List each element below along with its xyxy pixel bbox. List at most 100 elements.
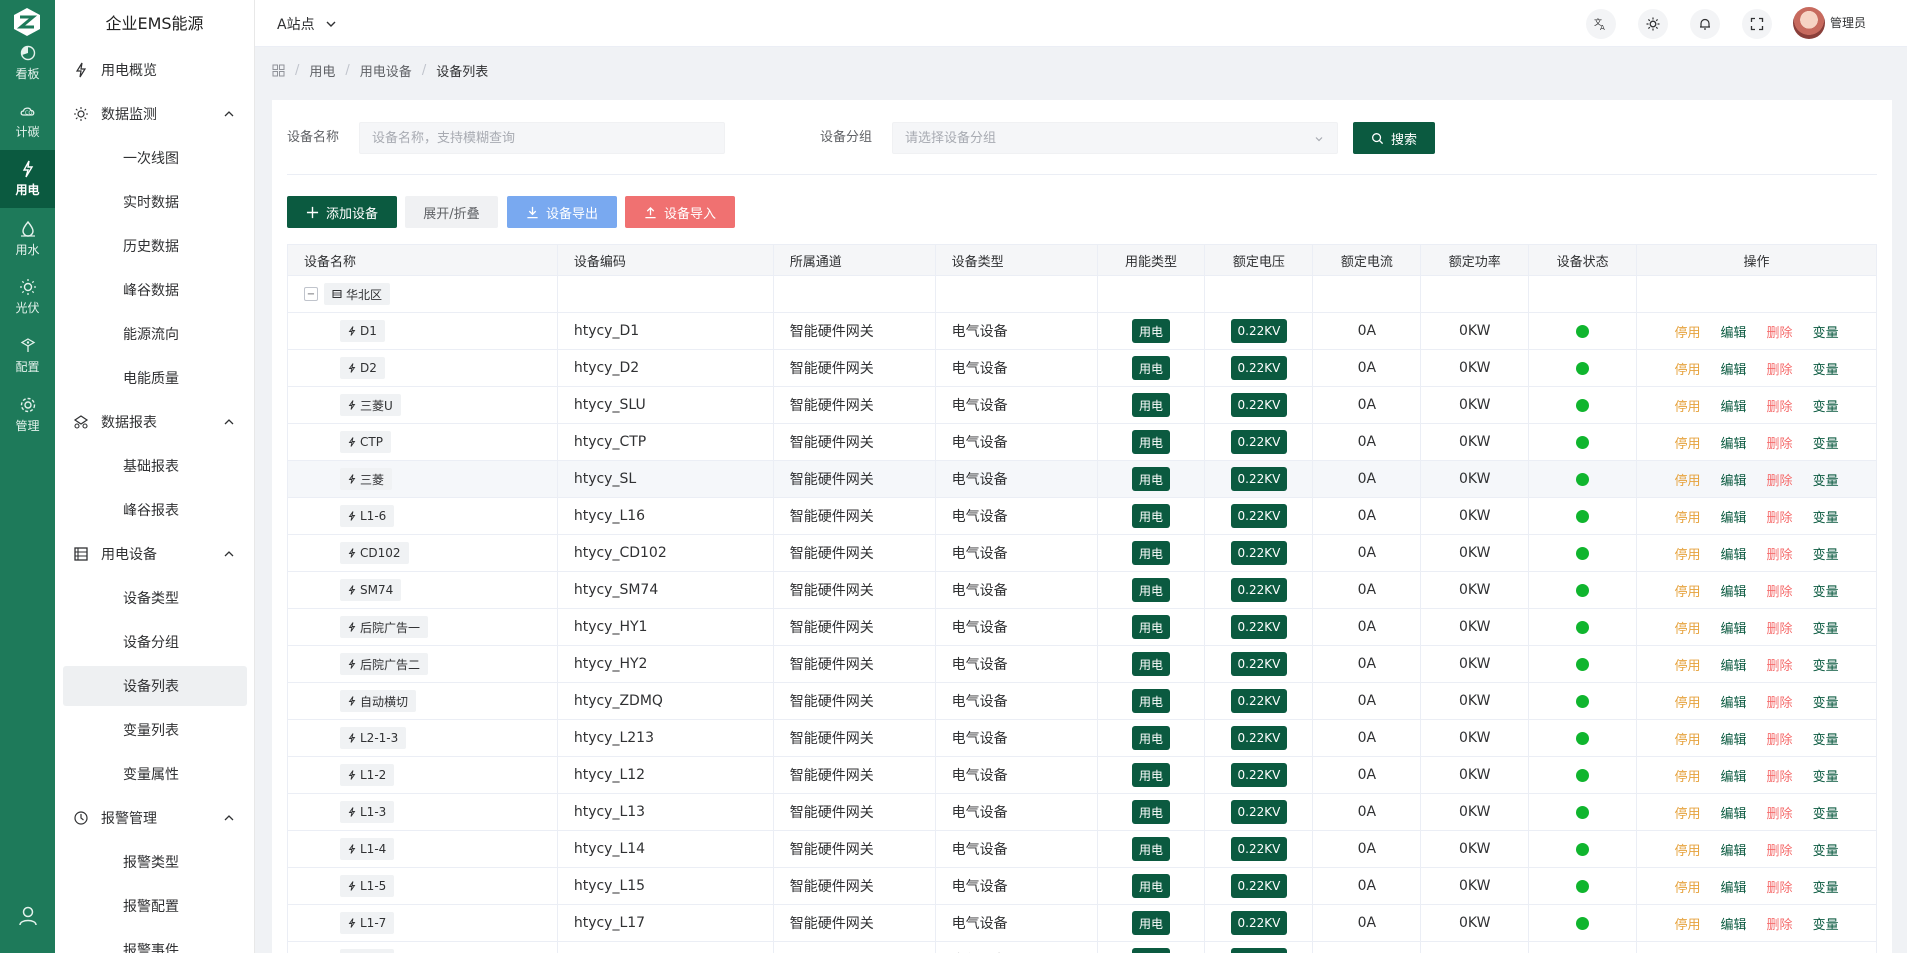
edit-link[interactable]: 编辑 (1721, 322, 1747, 341)
variables-link[interactable]: 变量 (1813, 766, 1839, 785)
delete-link[interactable]: 删除 (1767, 359, 1793, 378)
menu-group-list[interactable]: 用电设备 (63, 534, 247, 574)
device-name-tag[interactable]: L1-4 (340, 838, 395, 860)
delete-link[interactable]: 删除 (1767, 396, 1793, 415)
disable-link[interactable]: 停用 (1675, 840, 1701, 859)
menu-sub-item[interactable]: 变量列表 (63, 710, 247, 750)
table-row[interactable]: L1-6 htycy_L16 智能硬件网关 电气设备 用电 0.22KV 0A 0KW 停用 编辑… (288, 498, 1877, 535)
device-name-tag[interactable]: L1-5 (340, 875, 395, 897)
rail-item-dashboard[interactable]: 看板 (0, 34, 55, 92)
table-row[interactable]: D2 htycy_D2 智能硬件网关 电气设备 用电 0.22KV 0A 0KW 停用 编辑 删除 变… (288, 350, 1877, 387)
menu-sub-item[interactable]: 峰谷报表 (63, 490, 247, 530)
delete-link[interactable]: 删除 (1767, 655, 1793, 674)
variables-link[interactable]: 变量 (1813, 877, 1839, 896)
grid-home-icon[interactable] (272, 64, 285, 77)
variables-link[interactable]: 变量 (1813, 470, 1839, 489)
user-icon[interactable] (17, 905, 39, 927)
menu-sub-item[interactable]: 一次线图 (63, 138, 247, 178)
edit-link[interactable]: 编辑 (1721, 655, 1747, 674)
device-name-tag[interactable]: 三菱 (340, 468, 393, 490)
disable-link[interactable]: 停用 (1675, 877, 1701, 896)
device-name-tag[interactable]: L1-2 (340, 764, 395, 786)
disable-link[interactable]: 停用 (1675, 544, 1701, 563)
edit-link[interactable]: 编辑 (1721, 803, 1747, 822)
menu-sub-item[interactable]: 设备列表 (63, 666, 247, 706)
delete-link[interactable]: 删除 (1767, 581, 1793, 600)
edit-link[interactable]: 编辑 (1721, 470, 1747, 489)
edit-link[interactable]: 编辑 (1721, 914, 1747, 933)
avatar[interactable] (1793, 7, 1825, 39)
edit-link[interactable]: 编辑 (1721, 618, 1747, 637)
disable-link[interactable]: 停用 (1675, 803, 1701, 822)
rail-item-gear[interactable]: 管理 (0, 386, 55, 444)
variables-link[interactable]: 变量 (1813, 729, 1839, 748)
delete-link[interactable]: 删除 (1767, 840, 1793, 859)
variables-link[interactable]: 变量 (1813, 359, 1839, 378)
device-name-tag[interactable]: L1-7 (340, 912, 395, 934)
table-row[interactable]: 三菱U htycy_SLU 智能硬件网关 电气设备 用电 0.22KV 0A 0KW 停用 编辑 删… (288, 387, 1877, 424)
edit-link[interactable]: 编辑 (1721, 581, 1747, 600)
edit-link[interactable]: 编辑 (1721, 877, 1747, 896)
device-name-tag[interactable]: 自动横切 (340, 690, 417, 712)
delete-link[interactable]: 删除 (1767, 507, 1793, 526)
variables-link[interactable]: 变量 (1813, 544, 1839, 563)
delete-link[interactable]: 删除 (1767, 544, 1793, 563)
device-name-tag[interactable]: 后院广告一 (340, 616, 429, 638)
disable-link[interactable]: 停用 (1675, 470, 1701, 489)
delete-link[interactable]: 删除 (1767, 433, 1793, 452)
table-row[interactable]: 后院广告一 htycy_HY1 智能硬件网关 电气设备 用电 0.22KV 0A 0KW 停用 编… (288, 609, 1877, 646)
edit-link[interactable]: 编辑 (1721, 692, 1747, 711)
table-row[interactable]: 自动横切 htycy_ZDMQ 智能硬件网关 电气设备 用电 0.22KV 0A 0KW 停用 编… (288, 683, 1877, 720)
site-selector[interactable]: A站点 (277, 0, 337, 47)
delete-link[interactable]: 删除 (1767, 692, 1793, 711)
menu-sub-item[interactable]: 历史数据 (63, 226, 247, 266)
menu-sub-item[interactable]: 报警类型 (63, 842, 247, 882)
disable-link[interactable]: 停用 (1675, 581, 1701, 600)
edit-link[interactable]: 编辑 (1721, 433, 1747, 452)
variables-link[interactable]: 变量 (1813, 507, 1839, 526)
device-name-tag[interactable]: CTP (340, 431, 391, 453)
rail-item-config[interactable]: 配置 (0, 327, 55, 385)
menu-sub-item[interactable]: 报警事件 (63, 930, 247, 953)
menu-group-sun[interactable]: 数据监测 (63, 94, 247, 134)
delete-link[interactable]: 删除 (1767, 618, 1793, 637)
variables-link[interactable]: 变量 (1813, 803, 1839, 822)
menu-group-alarm[interactable]: 报警管理 (63, 798, 247, 838)
edit-link[interactable]: 编辑 (1721, 396, 1747, 415)
menu-sub-item[interactable]: 变量属性 (63, 754, 247, 794)
menu-sub-item[interactable]: 实时数据 (63, 182, 247, 222)
variables-link[interactable]: 变量 (1813, 692, 1839, 711)
menu-sub-item[interactable]: 基础报表 (63, 446, 247, 486)
device-name-tag[interactable]: CD102 (340, 542, 409, 564)
username[interactable]: 管理员 (1830, 0, 1866, 47)
breadcrumb-item[interactable]: 用电 (309, 61, 335, 80)
disable-link[interactable]: 停用 (1675, 396, 1701, 415)
collapse-row-icon[interactable]: − (304, 287, 318, 301)
delete-link[interactable]: 删除 (1767, 803, 1793, 822)
menu-group-bolt[interactable]: 用电概览 (63, 50, 247, 90)
table-row[interactable]: L2-1-3 htycy_L213 智能硬件网关 电气设备 用电 0.22KV 0A 0KW 停… (288, 720, 1877, 757)
menu-sub-item[interactable]: 设备类型 (63, 578, 247, 618)
table-row[interactable]: CD102 htycy_CD102 智能硬件网关 电气设备 用电 0.22KV 0A 0KW 停… (288, 535, 1877, 572)
disable-link[interactable]: 停用 (1675, 766, 1701, 785)
delete-link[interactable]: 删除 (1767, 766, 1793, 785)
breadcrumb-item[interactable]: 用电设备 (360, 61, 412, 80)
import-devices-button[interactable]: 设备导入 (625, 196, 735, 228)
device-name-tag[interactable]: SM74 (340, 579, 402, 601)
table-row[interactable]: L1-4 htycy_L14 智能硬件网关 电气设备 用电 0.22KV 0A 0KW 停用 编辑… (288, 831, 1877, 868)
bell-icon[interactable] (1690, 9, 1720, 39)
delete-link[interactable]: 删除 (1767, 914, 1793, 933)
delete-link[interactable]: 删除 (1767, 322, 1793, 341)
edit-link[interactable]: 编辑 (1721, 544, 1747, 563)
table-row[interactable]: CTP htycy_CTP 智能硬件网关 电气设备 用电 0.22KV 0A 0KW 停用 编辑 删… (288, 424, 1877, 461)
menu-sub-item[interactable]: 峰谷数据 (63, 270, 247, 310)
device-name-tag[interactable]: L2-1-3 (340, 727, 407, 749)
device-group-select[interactable]: 请选择设备分组 (892, 122, 1338, 154)
menu-sub-item[interactable]: 能源流向 (63, 314, 247, 354)
device-name-tag[interactable]: D2 (340, 357, 385, 379)
group-tag[interactable]: 华北区 (324, 283, 391, 305)
add-device-button[interactable]: 添加设备 (287, 196, 397, 228)
device-name-input[interactable]: 设备名称，支持模糊查询 (359, 122, 725, 154)
disable-link[interactable]: 停用 (1675, 322, 1701, 341)
device-name-tag[interactable]: L1-6 (340, 505, 395, 527)
